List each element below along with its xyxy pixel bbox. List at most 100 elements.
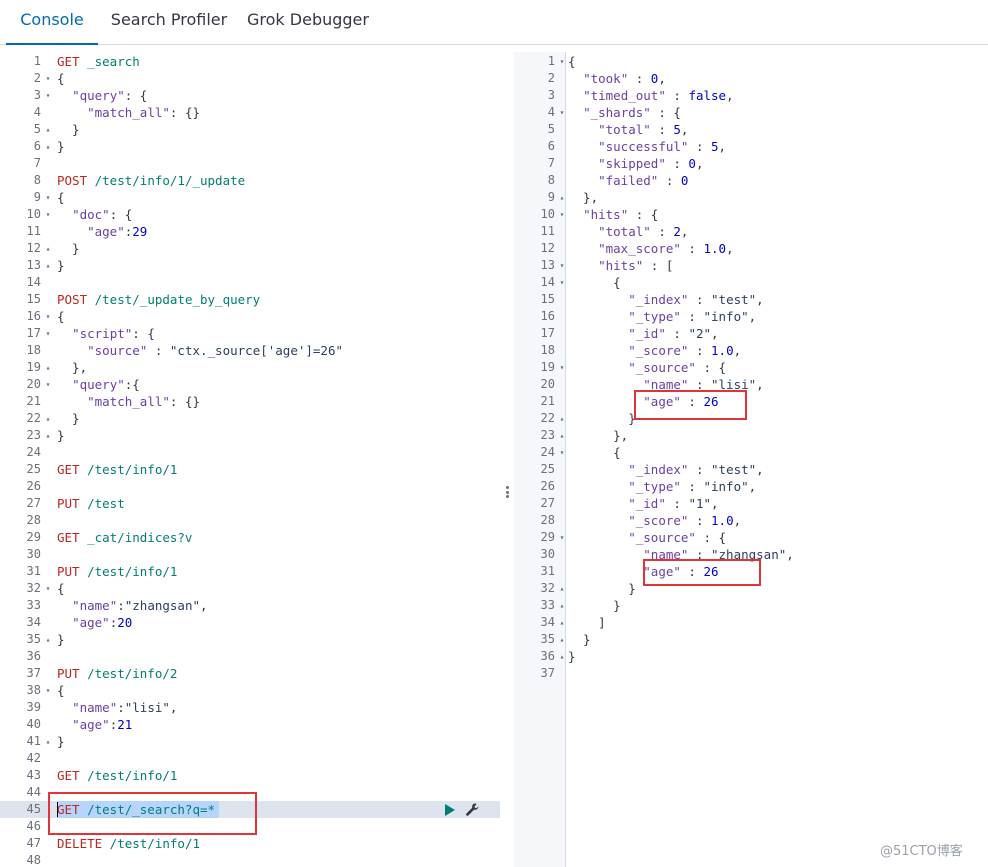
code-line[interactable]: 42 (0, 750, 500, 767)
code-line[interactable]: 35 ▴} (0, 631, 500, 648)
fold-close-icon[interactable]: ▴ (44, 359, 52, 376)
code-line[interactable]: 24 (0, 444, 500, 461)
code-line[interactable]: 40 "age":21 (0, 716, 500, 733)
fold-open-icon[interactable]: ▾ (558, 104, 566, 121)
code-line[interactable]: 21 "match_all": {} (0, 393, 500, 410)
fold-close-icon[interactable]: ▴ (44, 427, 52, 444)
code-line[interactable]: 15 POST /test/_update_by_query (0, 291, 500, 308)
code-line[interactable]: 23 ▴} (0, 427, 500, 444)
fold-open-icon[interactable]: ▾ (44, 325, 52, 342)
line-number: 24 (540, 445, 555, 459)
code-line[interactable]: 47 DELETE /test/info/1 (0, 835, 500, 852)
token-punc: : (650, 224, 674, 239)
fold-close-icon[interactable]: ▴ (558, 614, 566, 631)
code-line[interactable]: 1 GET _search (0, 53, 500, 70)
code-line[interactable]: 20 ▾ "query":{ (0, 376, 500, 393)
tab-grok-debugger[interactable]: Grok Debugger (246, 0, 370, 45)
code-line[interactable]: 31 PUT /test/info/1 (0, 563, 500, 580)
fold-open-icon[interactable]: ▾ (558, 53, 566, 70)
fold-open-icon[interactable]: ▾ (44, 70, 52, 87)
code-line[interactable]: 34 "age":20 (0, 614, 500, 631)
fold-open-icon[interactable]: ▾ (44, 189, 52, 206)
line-number: 48 (26, 853, 41, 867)
code-line[interactable]: 25 GET /test/info/1 (0, 461, 500, 478)
code-line[interactable]: 19 ▴ }, (0, 359, 500, 376)
fold-close-icon[interactable]: ▴ (44, 631, 52, 648)
code-line[interactable]: 3 ▾ "query": { (0, 87, 500, 104)
code-line[interactable]: 12 ▴ } (0, 240, 500, 257)
fold-open-icon[interactable]: ▾ (558, 257, 566, 274)
fold-open-icon[interactable]: ▾ (44, 580, 52, 597)
code-line[interactable]: 11 "age":29 (0, 223, 500, 240)
fold-close-icon[interactable]: ▴ (558, 189, 566, 206)
fold-close-icon[interactable]: ▴ (558, 648, 566, 665)
fold-open-icon[interactable]: ▾ (44, 87, 52, 104)
code-line[interactable]: 10 ▾ "doc": { (0, 206, 500, 223)
code-line[interactable]: 22 ▴ } (0, 410, 500, 427)
code-line[interactable]: 27 PUT /test (0, 495, 500, 512)
fold-close-icon[interactable]: ▴ (44, 138, 52, 155)
fold-open-icon[interactable]: ▾ (44, 308, 52, 325)
fold-close-icon[interactable]: ▴ (44, 733, 52, 750)
fold-close-icon[interactable]: ▴ (558, 580, 566, 597)
fold-close-icon[interactable]: ▴ (558, 410, 566, 427)
code-text: "_source" : { (568, 359, 726, 376)
code-line[interactable]: 9 ▾ { (0, 189, 500, 206)
token-key: "age" (87, 224, 125, 239)
tab-search-profiler[interactable]: Search Profiler (104, 0, 234, 45)
code-line[interactable]: 5 ▴ } (0, 121, 500, 138)
code-line[interactable]: 39 "name":"lisi", (0, 699, 500, 716)
token-punc (568, 224, 598, 239)
code-text: "doc": { (57, 206, 132, 223)
code-line[interactable]: 4 "match_all": {} (0, 104, 500, 121)
code-line[interactable]: 7 (0, 155, 500, 172)
fold-close-icon[interactable]: ▴ (44, 240, 52, 257)
resize-handle[interactable] (506, 486, 509, 498)
fold-close-icon[interactable]: ▴ (558, 597, 566, 614)
code-line[interactable]: 48 (0, 852, 500, 867)
fold-close-icon[interactable]: ▴ (44, 121, 52, 138)
code-line[interactable]: 36 (0, 648, 500, 665)
fold-open-icon[interactable]: ▾ (558, 274, 566, 291)
token-punc (568, 564, 643, 579)
tab-console[interactable]: Console (6, 0, 98, 45)
fold-close-icon[interactable]: ▴ (558, 631, 566, 648)
fold-close-icon[interactable]: ▴ (44, 410, 52, 427)
code-line[interactable]: 26 (0, 478, 500, 495)
response-viewer: 1 ▾{2 "took" : 0, 3 "timed_out" : false, 4 ▾… (514, 52, 988, 867)
fold-open-icon[interactable]: ▾ (558, 529, 566, 546)
code-text: PUT /test/info/1 (57, 563, 177, 580)
fold-open-icon[interactable]: ▾ (44, 682, 52, 699)
code-line[interactable]: 43 GET /test/info/1 (0, 767, 500, 784)
fold-close-icon[interactable]: ▴ (558, 427, 566, 444)
code-line[interactable]: 8 POST /test/info/1/_update (0, 172, 500, 189)
code-line[interactable]: 32 ▾ { (0, 580, 500, 597)
fold-open-icon[interactable]: ▾ (44, 206, 52, 223)
code-line[interactable]: 18 "source" : "ctx._source['age']=26" (0, 342, 500, 359)
play-icon[interactable] (445, 804, 455, 816)
fold-open-icon[interactable]: ▾ (558, 206, 566, 223)
code-line: 3 "timed_out" : false, (514, 87, 988, 104)
code-line[interactable]: 29 GET _cat/indices?v (0, 529, 500, 546)
code-line[interactable]: 16 ▾ { (0, 308, 500, 325)
code-line[interactable]: 30 (0, 546, 500, 563)
code-line[interactable]: 28 (0, 512, 500, 529)
code-line[interactable]: 37 PUT /test/info/2 (0, 665, 500, 682)
code-line[interactable]: 14 (0, 274, 500, 291)
fold-open-icon[interactable]: ▾ (558, 444, 566, 461)
code-line[interactable]: 13 ▴} (0, 257, 500, 274)
code-line[interactable]: 33 "name":"zhangsan", (0, 597, 500, 614)
code-line[interactable]: 41 ▴} (0, 733, 500, 750)
code-line[interactable]: 2 ▾ { (0, 70, 500, 87)
code-line[interactable]: 6 ▴} (0, 138, 500, 155)
wrench-icon[interactable] (465, 802, 480, 817)
line-number: 17 (540, 326, 555, 340)
fold-open-icon[interactable]: ▾ (558, 359, 566, 376)
token-punc: : (680, 309, 704, 324)
fold-close-icon[interactable]: ▴ (44, 257, 52, 274)
code-line[interactable]: 17 ▾ "script": { (0, 325, 500, 342)
request-editor[interactable]: 1 GET _search 2 ▾{3 ▾ "query": {4 "match_all… (0, 52, 500, 867)
fold-open-icon[interactable]: ▾ (44, 376, 52, 393)
code-line[interactable]: 38 ▾ { (0, 682, 500, 699)
line-number: 28 (26, 513, 41, 527)
